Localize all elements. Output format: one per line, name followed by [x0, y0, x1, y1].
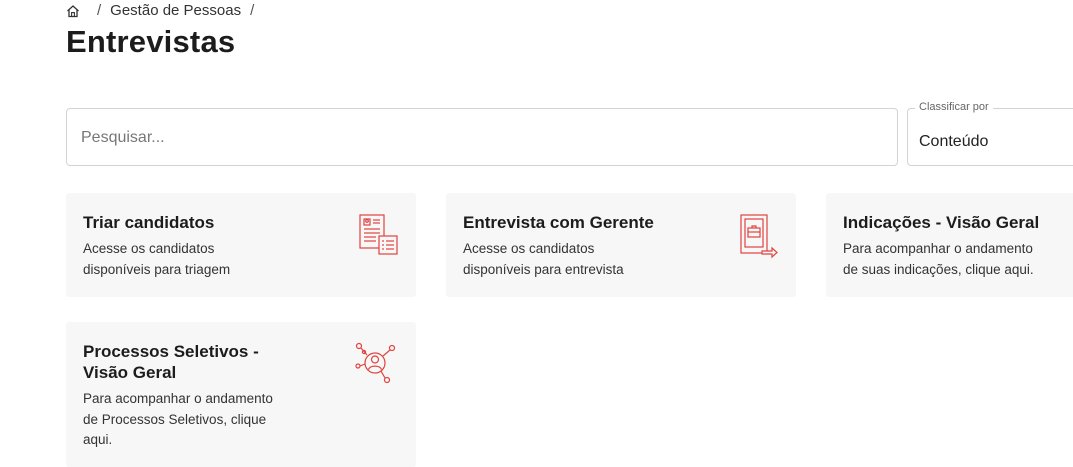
card-description: Acesse os candidatos disponíveis para tr…	[83, 239, 230, 280]
card-title-line: Processos Seletivos -	[83, 342, 259, 361]
card-title: Entrevista com Gerente	[463, 213, 654, 232]
sort-select[interactable]: Classificar por Conteúdo	[907, 101, 1073, 166]
card-title: Indicações - Visão Geral	[843, 213, 1040, 232]
card-title: Processos Seletivos - Visão Geral	[83, 341, 259, 383]
card-indicacoes-visao-geral[interactable]: Indicações - Visão Geral Para acompanhar…	[826, 193, 1073, 297]
card-description-line: disponíveis para entrevista	[463, 261, 624, 277]
card-title-line: Visão Geral	[83, 363, 177, 382]
sort-label: Classificar por	[915, 101, 993, 113]
card-processos-seletivos-visao-geral[interactable]: Processos Seletivos - Visão Geral Para a…	[66, 322, 416, 467]
card-description-line: Para acompanhar o andamento	[83, 391, 273, 406]
card-description-line: Acesse os candidatos	[83, 241, 215, 256]
breadcrumb: / Gestão de Pessoas /	[66, 2, 263, 19]
breadcrumb-separator: /	[250, 2, 255, 19]
card-description: Acesse os candidatos disponíveis para en…	[463, 239, 624, 280]
card-title: Triar candidatos	[83, 213, 215, 232]
card-description-line: de Processos Seletivos, clique	[83, 411, 267, 427]
briefcase-document-icon	[738, 213, 780, 264]
breadcrumb-separator: /	[97, 2, 102, 19]
card-description: Para acompanhar o andamento de Processos…	[83, 389, 273, 451]
card-description-line: de suas indicações, clique aqui.	[843, 261, 1034, 277]
card-description-line: Para acompanhar o andamento	[843, 241, 1033, 256]
network-person-icon	[354, 342, 398, 391]
candidate-list-icon	[358, 213, 400, 264]
card-description-line: aqui.	[83, 432, 113, 447]
card-entrevista-com-gerente[interactable]: Entrevista com Gerente Acesse os candida…	[446, 193, 796, 297]
card-description-line: Acesse os candidatos	[463, 241, 595, 256]
card-triar-candidatos[interactable]: Triar candidatos Acesse os candidatos di…	[66, 193, 416, 297]
sort-selected-value[interactable]: Conteúdo	[919, 133, 988, 151]
page-title: Entrevistas	[66, 24, 236, 59]
search-input[interactable]	[79, 109, 883, 167]
breadcrumb-item-gestao-de-pessoas[interactable]: Gestão de Pessoas	[110, 2, 241, 19]
home-icon[interactable]	[66, 4, 80, 18]
search-field[interactable]	[66, 108, 898, 167]
card-description-line: disponíveis para triagem	[83, 261, 231, 277]
page: / Gestão de Pessoas / Entrevistas Classi…	[0, 0, 1073, 467]
card-description: Para acompanhar o andamento de suas indi…	[843, 239, 1034, 280]
